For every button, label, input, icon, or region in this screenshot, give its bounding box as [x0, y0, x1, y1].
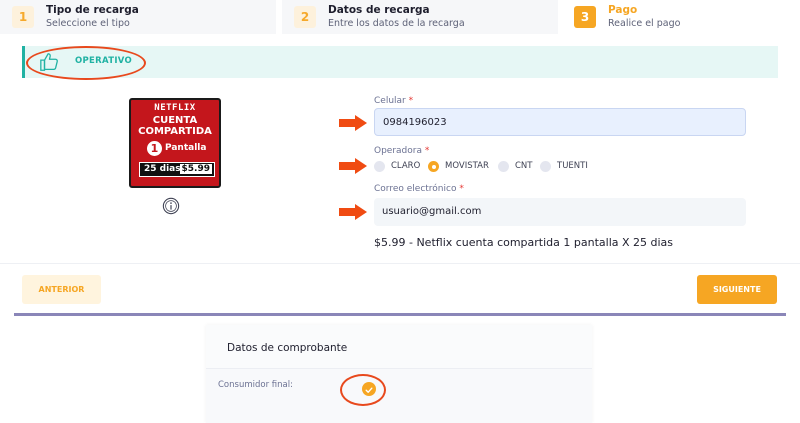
step-title: Pago	[608, 4, 638, 16]
step-number: 2	[294, 6, 316, 28]
product-image: NETFLIX CUENTA COMPARTIDA 1 Pantalla 25 …	[129, 98, 221, 188]
step-datos-de-recarga[interactable]: 2 Datos de recarga Entre los datos de la…	[282, 0, 558, 34]
product-days-box: 25 dias $5.99	[139, 162, 215, 177]
correo-label: Correo electrónico *	[374, 184, 464, 194]
radio-dot[interactable]	[374, 161, 385, 172]
product-brand: NETFLIX	[154, 103, 196, 113]
product-line1: CUENTA	[152, 115, 198, 126]
card-title: Datos de comprobante	[227, 342, 348, 354]
order-summary: $5.99 - Netflix cuenta compartida 1 pant…	[374, 236, 674, 249]
step-title: Datos de recarga	[328, 4, 430, 16]
celular-label: Celular *	[374, 96, 414, 106]
radio-label: TUENTI	[557, 161, 588, 171]
product-qty: 1	[147, 141, 162, 156]
product-price: $5.99	[179, 164, 212, 174]
operadora-label: Operadora *	[374, 146, 430, 156]
comprobante-card: Datos de comprobante Consumidor final:	[206, 325, 592, 423]
step-number: 1	[12, 6, 34, 28]
consumidor-final-checkbox[interactable]	[362, 382, 376, 396]
arrow-right-icon	[339, 115, 367, 131]
celular-input[interactable]: 0984196023	[374, 108, 746, 136]
correo-input[interactable]: usuario@gmail.com	[374, 198, 746, 226]
radio-dot[interactable]	[540, 161, 551, 172]
siguiente-button[interactable]: SIGUIENTE	[697, 275, 777, 304]
step-subtitle: Entre los datos de la recarga	[328, 18, 465, 29]
step-pago[interactable]: 3 Pago Realice el pago	[562, 0, 800, 34]
card-header: Datos de comprobante	[206, 325, 592, 369]
status-label: OPERATIVO	[75, 56, 133, 66]
status-bar: OPERATIVO	[22, 46, 778, 78]
step-subtitle: Realice el pago	[608, 18, 681, 29]
radio-label: CLARO	[391, 161, 421, 171]
radio-label: MOVISTAR	[445, 161, 489, 171]
radio-dot[interactable]	[498, 161, 509, 172]
radio-dot[interactable]	[428, 161, 439, 172]
radio-label: CNT	[515, 161, 533, 171]
consumidor-final-label: Consumidor final:	[218, 380, 293, 390]
arrow-right-icon	[339, 158, 367, 174]
checkmark-icon	[365, 387, 373, 393]
step-subtitle: Seleccione el tipo	[46, 18, 130, 29]
product-line2: COMPARTIDA	[138, 126, 212, 137]
thumbs-up-icon	[40, 53, 58, 71]
arrow-right-icon	[339, 204, 367, 220]
section-divider	[0, 263, 800, 264]
info-icon[interactable]	[162, 197, 180, 215]
anterior-button[interactable]: ANTERIOR	[22, 275, 101, 304]
step-title: Tipo de recarga	[46, 4, 139, 16]
product-screens: Pantalla	[165, 143, 207, 153]
product-days: 25 dias	[144, 164, 181, 174]
step-tipo-de-recarga[interactable]: 1 Tipo de recarga Seleccione el tipo	[0, 0, 276, 34]
wizard-stepper: 1 Tipo de recarga Seleccione el tipo 2 D…	[0, 0, 800, 34]
step-number: 3	[574, 6, 596, 28]
section-separator	[14, 313, 786, 316]
